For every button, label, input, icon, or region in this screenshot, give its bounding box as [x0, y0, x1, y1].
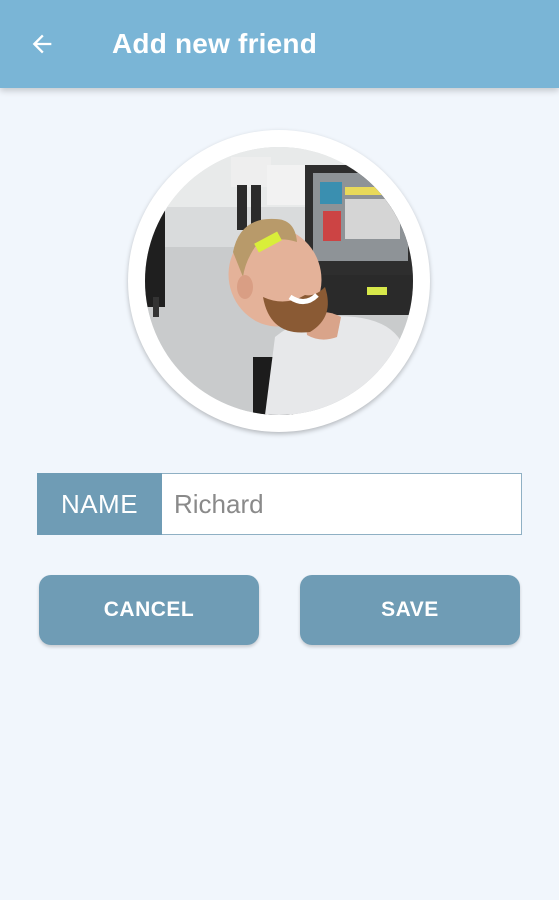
- app-bar: Add new friend: [0, 0, 559, 88]
- avatar-frame: [128, 130, 430, 432]
- name-field-row: NAME: [37, 473, 522, 535]
- name-input[interactable]: [162, 473, 522, 535]
- avatar[interactable]: [145, 147, 413, 415]
- arrow-left-icon: [32, 34, 52, 54]
- cancel-button[interactable]: CANCEL: [39, 575, 259, 645]
- page-title: Add new friend: [112, 28, 318, 59]
- save-button[interactable]: SAVE: [300, 575, 520, 645]
- name-label: NAME: [37, 473, 162, 535]
- profile-photo: [145, 147, 413, 415]
- back-button[interactable]: [22, 24, 62, 64]
